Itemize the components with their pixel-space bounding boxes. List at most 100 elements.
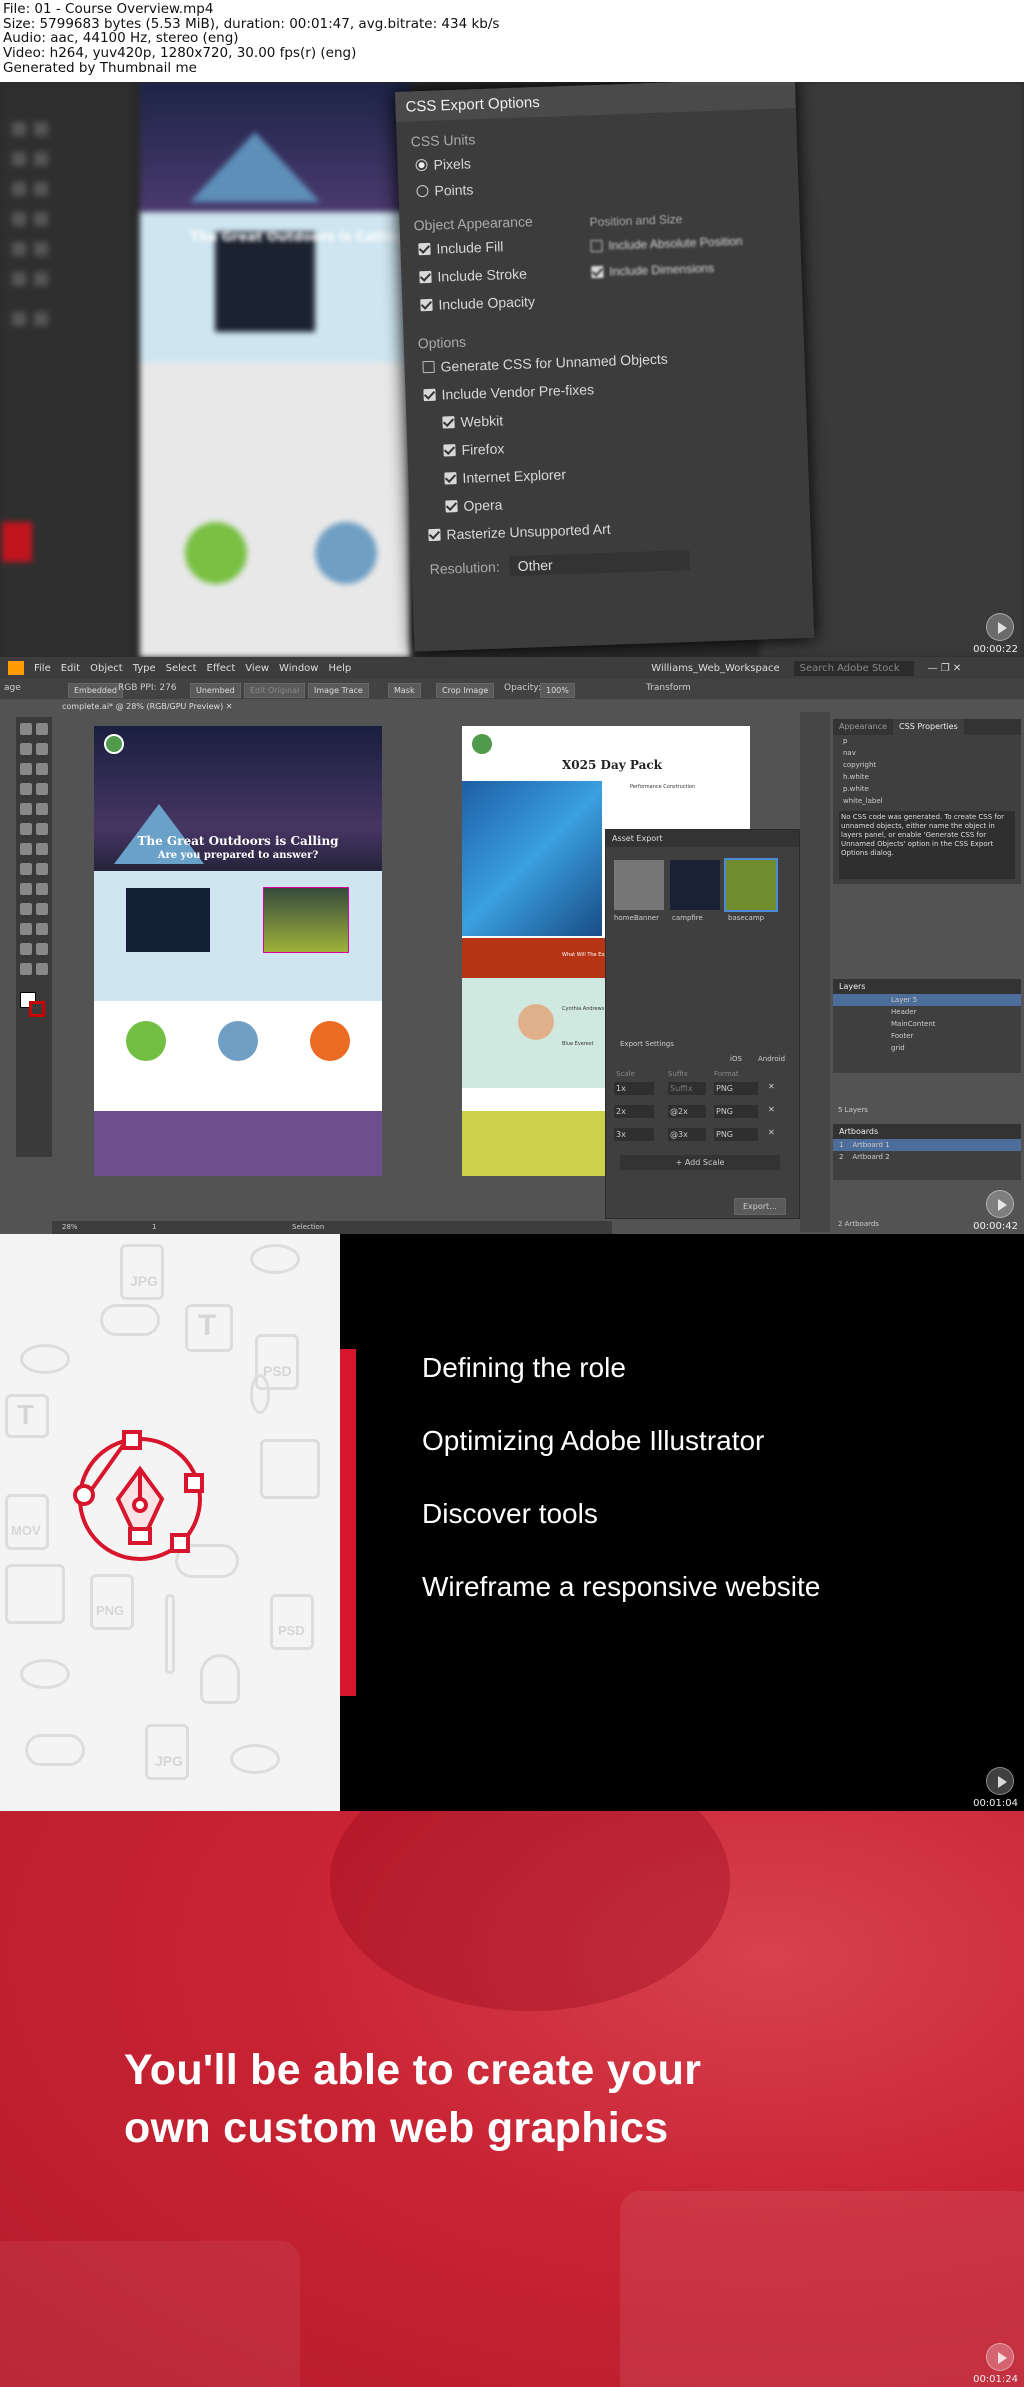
css-item[interactable]: copyright <box>833 759 1021 771</box>
menu-edit[interactable]: Edit <box>61 663 80 674</box>
suffix-input[interactable]: @2x <box>668 1105 706 1118</box>
mesh-icon[interactable] <box>36 883 48 895</box>
workspace-switcher[interactable]: Williams_Web_Workspace <box>651 663 779 674</box>
pencil-tool-icon[interactable] <box>36 803 48 815</box>
css-item[interactable]: nav <box>833 747 1021 759</box>
firefox-checkbox[interactable]: Firefox <box>443 440 505 458</box>
width-tool-icon[interactable] <box>36 843 48 855</box>
artboard-row[interactable]: 2 Artboard 2 <box>833 1151 1021 1163</box>
remove-icon[interactable]: ✕ <box>768 1082 775 1091</box>
asset-thumb[interactable] <box>724 858 778 912</box>
stock-search-input[interactable]: Search Adobe Stock <box>793 660 914 676</box>
webkit-checkbox[interactable]: Webkit <box>442 412 503 430</box>
css-item[interactable]: p.white <box>833 783 1021 795</box>
menu-view[interactable]: View <box>245 663 269 674</box>
layer-row[interactable]: Footer <box>833 1030 1021 1042</box>
suffix-input[interactable]: Suffix <box>668 1082 706 1095</box>
tab-appearance[interactable]: Appearance <box>833 719 893 735</box>
menu-object[interactable]: Object <box>90 663 123 674</box>
include-fill-checkbox[interactable]: Include Fill <box>418 238 504 257</box>
units-points-radio[interactable]: Points <box>416 181 474 199</box>
generate-css-unnamed-checkbox[interactable]: Generate CSS for Unnamed Objects <box>422 351 668 376</box>
unembed-button[interactable]: Unembed <box>190 683 241 698</box>
tab-css-properties[interactable]: CSS Properties <box>893 719 964 735</box>
rotate-tool-icon[interactable] <box>36 823 48 835</box>
zoom-tool-icon[interactable] <box>36 963 48 975</box>
include-dimensions-checkbox[interactable]: Include Dimensions <box>591 261 714 279</box>
image-trace-button[interactable]: Image Trace <box>308 683 369 698</box>
product-headline: X025 Day Pack <box>562 758 662 772</box>
format-select[interactable]: PNG <box>714 1082 758 1095</box>
android-option[interactable]: Android <box>758 1055 785 1063</box>
lasso-icon[interactable] <box>36 743 48 755</box>
opacity-input[interactable]: 100% <box>540 683 575 698</box>
scale-tool-icon[interactable] <box>20 843 32 855</box>
window-controls[interactable]: — ❐ ✕ <box>928 663 962 674</box>
line-tool-icon[interactable] <box>20 783 32 795</box>
ios-option[interactable]: iOS <box>730 1055 742 1063</box>
asset-thumb[interactable] <box>614 860 664 910</box>
artboard-row[interactable]: 1 Artboard 1 <box>833 1139 1021 1151</box>
menu-window[interactable]: Window <box>279 663 318 674</box>
layer-row[interactable]: Header <box>833 1006 1021 1018</box>
export-button[interactable]: Export... <box>734 1198 786 1215</box>
add-scale-button[interactable]: + Add Scale <box>620 1155 780 1170</box>
include-stroke-checkbox[interactable]: Include Stroke <box>419 266 527 286</box>
remove-icon[interactable]: ✕ <box>768 1105 775 1114</box>
artboard-tool-icon[interactable] <box>36 943 48 955</box>
css-item[interactable]: h.white <box>833 771 1021 783</box>
units-pixels-radio[interactable]: Pixels <box>415 155 471 173</box>
resolution-select[interactable]: Other <box>509 550 690 577</box>
menu-type[interactable]: Type <box>133 663 156 674</box>
menu-effect[interactable]: Effect <box>207 663 236 674</box>
css-item[interactable]: p <box>833 735 1021 747</box>
eraser-tool-icon[interactable] <box>20 823 32 835</box>
opera-checkbox[interactable]: Opera <box>445 497 503 515</box>
blend-tool-icon[interactable] <box>20 923 32 935</box>
layer-row[interactable]: grid <box>833 1042 1021 1054</box>
rectangle-tool-icon[interactable] <box>36 783 48 795</box>
pen-tool-icon[interactable] <box>20 763 32 775</box>
stroke-swatch-icon[interactable] <box>29 1001 45 1017</box>
artboard-1[interactable]: The Great Outdoors is Calling Are you pr… <box>94 726 382 1176</box>
menu-help[interactable]: Help <box>328 663 351 674</box>
internet-explorer-checkbox[interactable]: Internet Explorer <box>444 466 566 486</box>
close-icon[interactable]: ✕ <box>226 702 233 711</box>
asset-thumb[interactable] <box>670 860 720 910</box>
symbol-sprayer-icon[interactable] <box>36 923 48 935</box>
page-input[interactable]: 1 <box>152 1223 156 1231</box>
scale-select[interactable]: 1x <box>614 1082 654 1095</box>
gradient-tool-icon[interactable] <box>20 903 32 915</box>
perspective-icon[interactable] <box>20 883 32 895</box>
selection-tool-icon[interactable] <box>20 723 32 735</box>
zoom-select[interactable]: 28% <box>62 1223 78 1231</box>
vendor-prefixes-checkbox[interactable]: Include Vendor Pre-fixes <box>423 381 594 403</box>
format-select[interactable]: PNG <box>714 1105 758 1118</box>
edit-original-button[interactable]: Edit Original <box>244 683 306 698</box>
rasterize-checkbox[interactable]: Rasterize Unsupported Art <box>428 521 611 543</box>
format-select[interactable]: PNG <box>714 1128 758 1141</box>
scale-select[interactable]: 3x <box>614 1128 654 1141</box>
menu-file[interactable]: File <box>34 663 51 674</box>
mask-button[interactable]: Mask <box>388 683 421 698</box>
css-item[interactable]: white_label <box>833 795 1021 807</box>
brush-tool-icon[interactable] <box>20 803 32 815</box>
direct-selection-tool-icon[interactable] <box>36 723 48 735</box>
shape-builder-icon[interactable] <box>36 863 48 875</box>
crop-image-button[interactable]: Crop Image <box>436 683 495 698</box>
type-tool-icon[interactable] <box>36 763 48 775</box>
remove-icon[interactable]: ✕ <box>768 1128 775 1137</box>
free-transform-icon[interactable] <box>20 863 32 875</box>
include-opacity-checkbox[interactable]: Include Opacity <box>420 293 535 313</box>
graph-tool-icon[interactable] <box>20 943 32 955</box>
layer-row[interactable]: MainContent <box>833 1018 1021 1030</box>
layer-row[interactable]: Layer 5 <box>833 994 1021 1006</box>
menu-select[interactable]: Select <box>166 663 197 674</box>
include-absolute-position-checkbox[interactable]: Include Absolute Position <box>590 234 743 253</box>
transform-label[interactable]: Transform <box>646 683 691 693</box>
suffix-input[interactable]: @3x <box>668 1128 706 1141</box>
scale-select[interactable]: 2x <box>614 1105 654 1118</box>
hand-tool-icon[interactable] <box>20 963 32 975</box>
eyedropper-icon[interactable] <box>36 903 48 915</box>
magic-wand-icon[interactable] <box>20 743 32 755</box>
